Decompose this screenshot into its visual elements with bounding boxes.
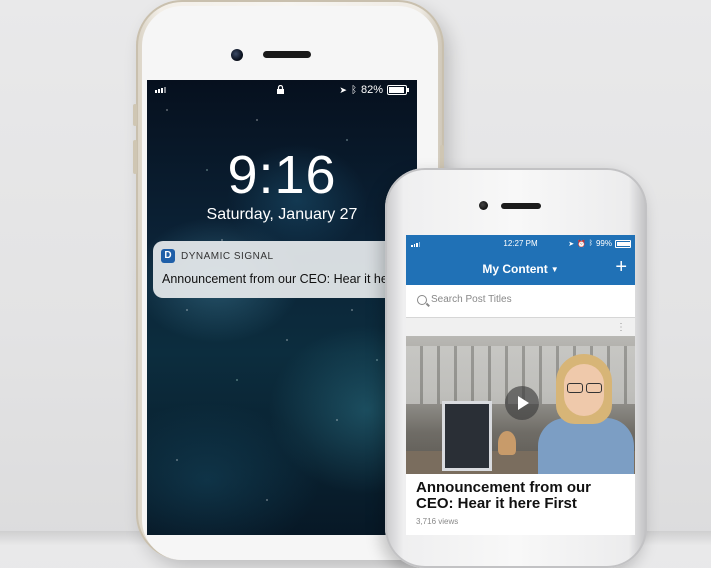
caret-down-icon: ▼ bbox=[550, 265, 559, 274]
glasses bbox=[564, 383, 604, 393]
lock-screen: ➤ ᛒ 82% 9:16 Saturday, January 27 D DYNA… bbox=[147, 80, 417, 535]
plant bbox=[498, 431, 516, 455]
front-camera bbox=[231, 49, 243, 61]
play-icon[interactable] bbox=[505, 386, 539, 420]
search-input[interactable]: Search Post Titles bbox=[431, 294, 512, 305]
battery-icon bbox=[615, 239, 631, 248]
lock-status-bar: ➤ ᛒ 82% bbox=[147, 80, 417, 100]
app-status-bar: 12:27 PM ➤ ⏰ ᛒ 99% bbox=[406, 235, 635, 253]
plus-icon[interactable]: + bbox=[615, 257, 627, 277]
monitor bbox=[442, 401, 492, 471]
lock-icon bbox=[277, 85, 284, 94]
notification-app-name: DYNAMIC SIGNAL bbox=[181, 250, 274, 262]
feed-separator bbox=[406, 318, 635, 336]
app-screen: 12:27 PM ➤ ⏰ ᛒ 99% My Content ▼ + Search … bbox=[406, 235, 635, 535]
post-card[interactable]: ⋮ Announcement from our CEO: Hear it her… bbox=[406, 323, 635, 535]
lock-date: Saturday, January 27 bbox=[206, 206, 358, 223]
earpiece-speaker bbox=[501, 203, 541, 209]
lock-clock: 9:16 bbox=[227, 145, 337, 205]
front-camera bbox=[479, 201, 488, 210]
search-icon bbox=[417, 295, 427, 305]
content-filter-dropdown[interactable]: My Content ▼ bbox=[406, 262, 635, 276]
push-notification[interactable]: D DYNAMIC SIGNAL n Announcement from our… bbox=[153, 241, 417, 298]
app-header: My Content ▼ + bbox=[406, 253, 635, 285]
header-title: My Content bbox=[482, 262, 548, 276]
location-icon: ➤ bbox=[568, 240, 575, 248]
location-icon: ➤ bbox=[339, 84, 347, 95]
search-bar[interactable]: Search Post Titles bbox=[406, 285, 635, 318]
bluetooth-icon: ᛒ bbox=[588, 240, 593, 247]
battery-percent: 82% bbox=[360, 84, 383, 96]
more-options-icon[interactable]: ⋮ bbox=[616, 323, 626, 333]
signal-icon bbox=[155, 87, 166, 93]
battery-icon bbox=[387, 85, 409, 95]
mute-switch bbox=[133, 104, 137, 126]
bluetooth-icon: ᛒ bbox=[350, 84, 357, 96]
volume-up-button bbox=[133, 140, 137, 174]
alarm-icon: ⏰ bbox=[577, 240, 586, 248]
post-video-thumbnail[interactable] bbox=[406, 336, 635, 474]
post-title[interactable]: Announcement from our CEO: Hear it here … bbox=[416, 480, 631, 512]
earpiece-speaker bbox=[263, 51, 311, 58]
notification-message: Announcement from our CEO: Hear it here … bbox=[162, 272, 417, 286]
dynamic-signal-app-icon: D bbox=[161, 249, 175, 263]
battery-percent: 99% bbox=[595, 239, 612, 248]
post-views: 3,716 views bbox=[416, 517, 459, 526]
person-body bbox=[538, 418, 634, 474]
